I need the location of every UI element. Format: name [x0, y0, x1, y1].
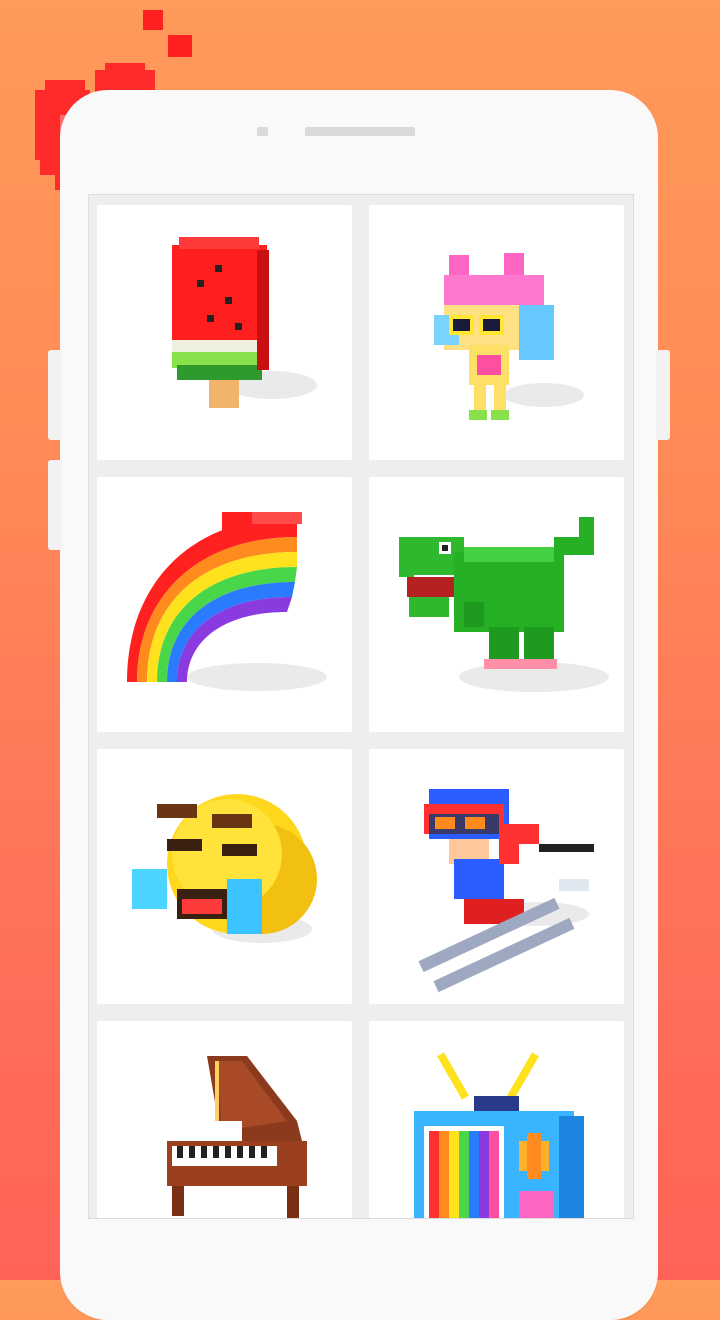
gallery-card-rainbow[interactable]	[97, 477, 352, 732]
gallery-card-green-dinosaur[interactable]	[369, 477, 624, 732]
phone-camera	[257, 127, 268, 136]
phone-speaker	[305, 127, 415, 136]
gallery-screen	[88, 194, 634, 1219]
rainbow-icon	[127, 512, 327, 691]
gallery-card-piano[interactable]	[97, 1021, 352, 1218]
watermelon-popsicle-icon	[172, 237, 317, 408]
gallery-card-girl-with-sunglasses[interactable]	[369, 205, 624, 460]
gallery-card-laughing-crying-emoji[interactable]	[97, 749, 352, 1004]
retro-tv-icon	[414, 1052, 584, 1218]
phone-volume-button	[48, 350, 62, 440]
gallery-card-watermelon-popsicle[interactable]	[97, 205, 352, 460]
emoji-icon	[132, 794, 317, 943]
gallery-card-skier[interactable]	[369, 749, 624, 1004]
dinosaur-icon	[399, 517, 609, 692]
phone-power-button	[656, 350, 670, 440]
phone-volume-button	[48, 460, 62, 550]
piano-icon	[167, 1056, 307, 1218]
gallery-card-retro-tv[interactable]	[369, 1021, 624, 1218]
skier-icon	[418, 789, 594, 993]
girl-character-icon	[434, 253, 584, 420]
